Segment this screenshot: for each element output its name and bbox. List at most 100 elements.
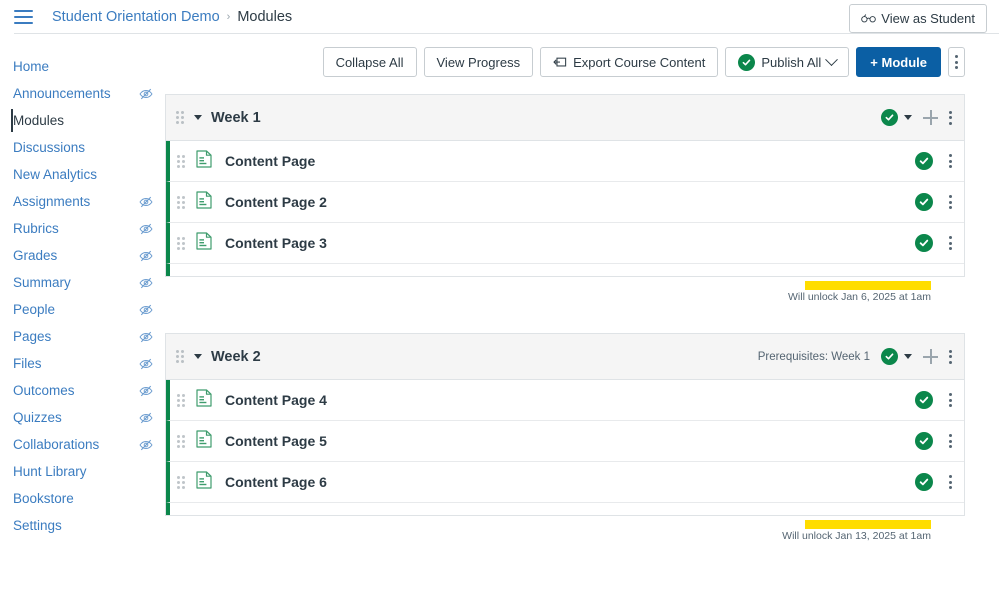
highlight-bar bbox=[805, 520, 931, 529]
export-course-content-button[interactable]: Export Course Content bbox=[540, 47, 719, 77]
top-header-bar: Student Orientation Demo › Modules View … bbox=[0, 0, 999, 34]
kebab-menu-icon[interactable] bbox=[949, 236, 952, 250]
published-check-icon[interactable] bbox=[881, 109, 898, 126]
sidebar-item-label: Announcements bbox=[13, 86, 111, 101]
sidebar-item-assignments[interactable]: Assignments bbox=[0, 188, 165, 215]
module-item-title[interactable]: Content Page 4 bbox=[225, 392, 327, 408]
drag-handle[interactable] bbox=[177, 475, 185, 489]
add-item-icon[interactable] bbox=[923, 110, 938, 125]
drag-handle[interactable] bbox=[176, 111, 184, 124]
published-check-icon[interactable] bbox=[915, 152, 933, 170]
sidebar-item-files[interactable]: Files bbox=[0, 350, 165, 377]
sidebar-item-pages[interactable]: Pages bbox=[0, 323, 165, 350]
breadcrumb-course-link[interactable]: Student Orientation Demo bbox=[52, 9, 220, 25]
sidebar-item-label: Pages bbox=[13, 329, 52, 344]
breadcrumb-current: Modules bbox=[237, 9, 293, 25]
sidebar-item-quizzes[interactable]: Quizzes bbox=[0, 404, 165, 431]
eyeglasses-icon bbox=[861, 14, 877, 23]
module-item-title[interactable]: Content Page 2 bbox=[225, 194, 327, 210]
module-header[interactable]: Week 1 bbox=[166, 95, 964, 141]
hidden-eye-icon bbox=[139, 277, 153, 288]
module-item-title[interactable]: Content Page 5 bbox=[225, 433, 327, 449]
page-body: Home Announcements Modules Discussions New … bbox=[0, 34, 999, 590]
sidebar-item-people[interactable]: People bbox=[0, 296, 165, 323]
kebab-menu-icon[interactable] bbox=[949, 154, 952, 168]
module-item-title[interactable]: Content Page bbox=[225, 153, 315, 169]
drag-handle[interactable] bbox=[177, 236, 185, 250]
sidebar-item-discussions[interactable]: Discussions bbox=[0, 134, 165, 161]
sidebar-item-bookstore[interactable]: Bookstore bbox=[0, 485, 165, 512]
kebab-menu-icon[interactable] bbox=[949, 195, 952, 209]
module-footer bbox=[166, 503, 964, 515]
drag-handle[interactable] bbox=[176, 350, 184, 363]
view-progress-button[interactable]: View Progress bbox=[423, 47, 534, 77]
collapse-all-button[interactable]: Collapse All bbox=[322, 47, 417, 77]
drag-handle[interactable] bbox=[177, 434, 185, 448]
add-module-button[interactable]: + Module bbox=[856, 47, 941, 77]
published-check-icon[interactable] bbox=[881, 348, 898, 365]
publish-dropdown-caret-icon[interactable] bbox=[904, 354, 912, 359]
collapse-caret-icon[interactable] bbox=[194, 354, 202, 359]
sidebar-item-home[interactable]: Home bbox=[0, 53, 165, 80]
hamburger-icon[interactable] bbox=[10, 4, 36, 30]
sidebar-item-summary[interactable]: Summary bbox=[0, 269, 165, 296]
drag-handle[interactable] bbox=[177, 154, 185, 168]
sidebar-item-label: Home bbox=[13, 59, 50, 74]
sidebar-item-label: Hunt Library bbox=[13, 464, 87, 479]
add-item-icon[interactable] bbox=[923, 349, 938, 364]
module-item-title[interactable]: Content Page 6 bbox=[225, 474, 327, 490]
page-icon bbox=[196, 429, 212, 448]
kebab-menu-icon[interactable] bbox=[949, 349, 952, 364]
module-item[interactable]: Content Page 4 bbox=[166, 380, 964, 421]
page-icon bbox=[196, 149, 212, 168]
modules-more-options-button[interactable] bbox=[948, 47, 965, 77]
module-title[interactable]: Week 2 bbox=[211, 349, 261, 365]
module-footer bbox=[166, 264, 964, 276]
view-as-student-button[interactable]: View as Student bbox=[849, 4, 987, 33]
kebab-menu-icon[interactable] bbox=[949, 475, 952, 489]
drag-handle[interactable] bbox=[177, 195, 185, 209]
module-item[interactable]: Content Page 6 bbox=[166, 462, 964, 503]
sidebar-item-new-analytics[interactable]: New Analytics bbox=[0, 161, 165, 188]
module: Week 2 Prerequisites: Week 1 Content Pag… bbox=[165, 333, 965, 516]
published-check-icon[interactable] bbox=[915, 391, 933, 409]
kebab-menu-icon[interactable] bbox=[949, 434, 952, 448]
sidebar-item-outcomes[interactable]: Outcomes bbox=[0, 377, 165, 404]
breadcrumb: Student Orientation Demo › Modules bbox=[52, 9, 292, 25]
hidden-eye-icon bbox=[139, 196, 153, 207]
module-item[interactable]: Content Page 2 bbox=[166, 182, 964, 223]
published-check-icon[interactable] bbox=[915, 473, 933, 491]
kebab-menu-icon bbox=[955, 55, 958, 69]
sidebar-item-rubrics[interactable]: Rubrics bbox=[0, 215, 165, 242]
hidden-eye-icon bbox=[139, 250, 153, 261]
module-title[interactable]: Week 1 bbox=[211, 110, 261, 126]
sidebar-item-hunt-library[interactable]: Hunt Library bbox=[0, 458, 165, 485]
publish-all-label: Publish All bbox=[761, 54, 822, 70]
published-check-icon[interactable] bbox=[915, 432, 933, 450]
publish-dropdown-caret-icon[interactable] bbox=[904, 115, 912, 120]
sidebar-item-collaborations[interactable]: Collaborations bbox=[0, 431, 165, 458]
module-item-title[interactable]: Content Page 3 bbox=[225, 235, 327, 251]
sidebar-item-announcements[interactable]: Announcements bbox=[0, 80, 165, 107]
sidebar-item-modules[interactable]: Modules bbox=[0, 107, 165, 134]
sidebar-item-settings[interactable]: Settings bbox=[0, 512, 165, 539]
sidebar-item-grades[interactable]: Grades bbox=[0, 242, 165, 269]
published-check-icon[interactable] bbox=[915, 234, 933, 252]
drag-handle[interactable] bbox=[177, 393, 185, 407]
sidebar-item-label: Files bbox=[13, 356, 42, 371]
publish-all-button[interactable]: Publish All bbox=[725, 47, 850, 77]
sidebar-item-label: Outcomes bbox=[13, 383, 75, 398]
sidebar-item-label: Quizzes bbox=[13, 410, 62, 425]
module-header[interactable]: Week 2 Prerequisites: Week 1 bbox=[166, 334, 964, 380]
module-item[interactable]: Content Page bbox=[166, 141, 964, 182]
hidden-eye-icon bbox=[139, 331, 153, 342]
published-check-icon[interactable] bbox=[915, 193, 933, 211]
main-content: Collapse All View Progress Export Course… bbox=[165, 34, 999, 590]
kebab-menu-icon[interactable] bbox=[949, 393, 952, 407]
kebab-menu-icon[interactable] bbox=[949, 110, 952, 125]
module-item[interactable]: Content Page 5 bbox=[166, 421, 964, 462]
module-item[interactable]: Content Page 3 bbox=[166, 223, 964, 264]
collapse-caret-icon[interactable] bbox=[194, 115, 202, 120]
page-icon bbox=[196, 190, 212, 209]
hidden-eye-icon bbox=[139, 358, 153, 369]
